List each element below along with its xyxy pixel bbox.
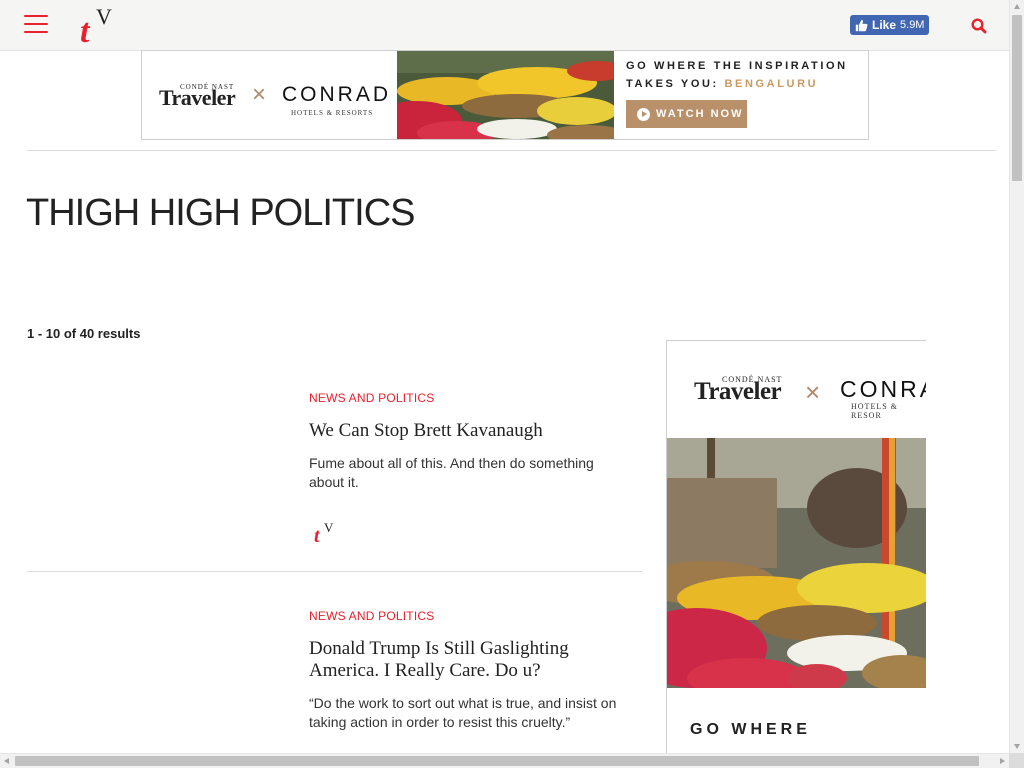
page-title: THIGH HIGH POLITICS bbox=[26, 192, 415, 234]
banner-partner-name: CONRAD bbox=[282, 83, 392, 106]
side-ad-cross-icon: × bbox=[805, 377, 821, 407]
article-category[interactable]: NEWS AND POLITICS bbox=[309, 391, 434, 405]
side-ad-headline: GO WHERE bbox=[690, 721, 811, 738]
author-avatar-icon[interactable]: t V bbox=[314, 520, 338, 546]
thumbs-up-icon bbox=[855, 19, 868, 31]
site-header: t V Like 5.9M bbox=[0, 0, 1009, 51]
facebook-like-label: Like bbox=[872, 18, 897, 32]
banner-cross-icon: × bbox=[252, 81, 267, 108]
top-banner-ad[interactable]: CONDÉ NAST Traveler × CONRAD HOTELS & RE… bbox=[141, 50, 869, 140]
horizontal-scroll-thumb[interactable] bbox=[15, 756, 979, 766]
vertical-scroll-thumb[interactable] bbox=[1012, 15, 1022, 181]
side-ad-partner-sub: HOTELS & RESOR bbox=[851, 402, 898, 420]
vertical-scrollbar[interactable] bbox=[1009, 0, 1024, 753]
svg-text:V: V bbox=[96, 4, 112, 29]
article-thumbnail[interactable] bbox=[27, 360, 287, 540]
sidebar-ad[interactable]: CONDÉ NAST Traveler × CONRA HOTELS & RES… bbox=[666, 340, 926, 760]
article-dek: “Do the work to sort out what is true, a… bbox=[309, 695, 617, 730]
watch-now-label: WATCH NOW bbox=[656, 108, 744, 120]
banner-brand-area: CONDÉ NAST Traveler × CONRAD HOTELS & RE… bbox=[142, 51, 398, 139]
facebook-like-button[interactable]: Like 5.9M bbox=[850, 15, 929, 35]
scroll-up-arrow-icon[interactable] bbox=[1014, 4, 1020, 9]
banner-partner-sub: HOTELS & RESORTS bbox=[291, 109, 374, 117]
side-ad-partner-name: CONRA bbox=[840, 376, 926, 402]
banner-cta-area: GO WHERE THE INSPIRATION TAKES YOU: BENG… bbox=[614, 51, 868, 139]
play-icon bbox=[637, 107, 650, 121]
facebook-like-count: 5.9M bbox=[900, 19, 925, 31]
article-category[interactable]: NEWS AND POLITICS bbox=[309, 609, 434, 623]
article-thumbnail[interactable] bbox=[27, 578, 287, 758]
banner-cta-line-2: TAKES YOU: BENGALURU bbox=[626, 78, 818, 90]
side-ad-flower-market-image bbox=[667, 438, 926, 688]
article-dek: Fume about all of this. And then do some… bbox=[309, 455, 594, 490]
site-logo[interactable]: t V bbox=[80, 4, 120, 48]
scroll-left-arrow-icon[interactable] bbox=[4, 758, 9, 764]
article-headline[interactable]: We Can Stop Brett Kavanaugh bbox=[309, 420, 629, 442]
watch-now-button[interactable]: WATCH NOW bbox=[626, 100, 747, 128]
horizontal-scrollbar[interactable] bbox=[0, 753, 1009, 768]
banner-cta-city: BENGALURU bbox=[724, 78, 819, 90]
article-card[interactable]: NEWS AND POLITICS Donald Trump Is Still … bbox=[27, 578, 642, 753]
search-icon[interactable] bbox=[970, 17, 988, 35]
hamburger-menu-icon[interactable] bbox=[24, 15, 48, 34]
scroll-right-arrow-icon[interactable] bbox=[1000, 758, 1005, 764]
scroll-down-arrow-icon[interactable] bbox=[1014, 744, 1020, 749]
header-divider bbox=[27, 150, 996, 151]
article-headline[interactable]: Donald Trump Is Still Gaslighting Americ… bbox=[309, 638, 629, 682]
svg-text:t: t bbox=[314, 525, 321, 546]
banner-cta-prefix: TAKES YOU: bbox=[626, 78, 725, 90]
article-divider bbox=[27, 571, 642, 572]
banner-cta-line-1: GO WHERE THE INSPIRATION bbox=[626, 60, 848, 72]
article-card[interactable]: NEWS AND POLITICS We Can Stop Brett Kava… bbox=[27, 360, 642, 571]
svg-text:V: V bbox=[324, 520, 334, 535]
results-count: 1 - 10 of 40 results bbox=[27, 326, 141, 341]
banner-flower-market-image bbox=[397, 51, 614, 139]
banner-brand-name: Traveler bbox=[159, 85, 236, 110]
side-ad-brand-name: Traveler bbox=[694, 378, 782, 405]
svg-text:t: t bbox=[80, 13, 91, 48]
scrollbar-corner bbox=[1009, 753, 1024, 768]
